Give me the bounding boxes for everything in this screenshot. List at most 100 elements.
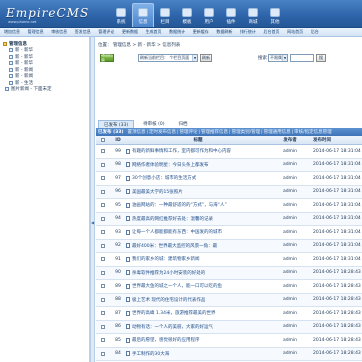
table-row[interactable]: 95 油画网站的：一种最舒适的的“方式”，与海“人” admin 2014-06-17… — [96, 199, 362, 213]
quick-link[interactable]: 数据统计 — [169, 29, 185, 35]
nav-tab[interactable]: 信息 — [132, 3, 154, 27]
row-checkbox[interactable] — [101, 216, 105, 221]
col-id[interactable]: ID — [110, 138, 126, 143]
refresh-select-value: 刷新当前栏目： 个栏目页面 — [140, 55, 190, 60]
tree-item[interactable]: 图片新闻 - 下面未定 — [3, 86, 89, 93]
head-filter-link[interactable]: 管理推荐信息 — [201, 129, 228, 135]
table-row[interactable]: 89 世界最大鱼的城之一个人，能一口可以吃的鱼 admin 2014-06-17 18… — [96, 280, 362, 294]
row-checkbox[interactable] — [101, 270, 105, 275]
head-filter-link[interactable]: 置顶信息 — [127, 129, 145, 135]
search-input[interactable] — [290, 54, 314, 62]
row-checkbox[interactable] — [101, 162, 105, 167]
head-filter-link[interactable]: 定时发布信息 — [149, 129, 176, 135]
row-checkbox[interactable] — [101, 324, 105, 329]
quick-link[interactable]: 管理信息 — [28, 29, 44, 35]
head-filter-link[interactable]: 管理评论 — [180, 129, 198, 135]
col-time[interactable]: 发布时间 — [310, 137, 362, 143]
table-row[interactable]: 92 最好400米：世界最大监控的风景一角：最 admin 2014-06-17 18… — [96, 239, 362, 253]
nav-tab[interactable]: 用户 — [198, 3, 220, 27]
table-row[interactable]: 93 让每一个人都能都能有东西：中国发的的城市 admin 2014-06-17 18… — [96, 226, 362, 240]
table-row[interactable]: 91 我们的家乡的城：建筑物家乡新闻 admin 2014-06-17 18:31:0… — [96, 253, 362, 267]
nav-tab[interactable]: 其他 — [264, 3, 286, 27]
col-title[interactable]: 标题 — [126, 137, 270, 143]
quick-link[interactable]: 后台 — [311, 29, 319, 35]
table-row[interactable]: 94 热度最高的网红推荐好去处：温馨的记录 admin 2014-06-17 18:3… — [96, 212, 362, 226]
quick-link[interactable]: 排行统计 — [240, 29, 256, 35]
nav-tab[interactable]: 系统 — [110, 3, 132, 27]
col-publisher[interactable]: 发布者 — [270, 137, 310, 143]
quick-link[interactable]: 更新缓存 — [193, 29, 209, 35]
row-title-link[interactable]: 美国最美大学的15张照片 — [132, 189, 183, 195]
quick-link[interactable]: 管理评论 — [98, 29, 114, 35]
row-title-link[interactable]: 杀毒软件推荐为24小时安装的好处的 — [132, 270, 205, 276]
row-checkbox[interactable] — [101, 203, 105, 208]
quick-link[interactable]: 签发信息 — [75, 29, 91, 35]
table-row[interactable]: 84 手工制作的30大海 admin 2014-06-17 18:28:43 — [96, 347, 362, 361]
row-checkbox[interactable] — [101, 284, 105, 289]
head-filter-link[interactable]: 管理通用信息 — [264, 129, 291, 135]
row-title-link[interactable]: 世界的高峰 1.34米，旅游推荐最美的世界 — [132, 310, 215, 316]
head-filter-link[interactable]: 管理类别/管理 — [232, 129, 261, 135]
refresh-button[interactable]: 刷新 — [200, 54, 212, 62]
refresh-select[interactable]: 刷新当前栏目： 个栏目页面 ▼ — [138, 54, 198, 62]
quick-link[interactable]: 生成首页 — [146, 29, 162, 35]
table-row[interactable]: 90 杀毒软件推荐为24小时安装的好处的 admin 2014-06-17 18:28… — [96, 266, 362, 280]
row-checkbox[interactable] — [101, 297, 105, 302]
row-title-link[interactable]: 30个创意小店：城市的生活方式 — [132, 175, 196, 181]
filter-tab[interactable]: 待审核 (0) — [138, 120, 169, 128]
nav-tab[interactable]: 商城 — [242, 3, 264, 27]
row-checkbox[interactable] — [101, 351, 105, 356]
search-button[interactable]: 搜 — [316, 54, 326, 62]
row-title-link[interactable]: 最后的愿望，感觉很好的应用程序 — [132, 337, 200, 343]
table-row[interactable]: 87 世界的高峰 1.34米，旅游推荐最美的世界 admin 2014-06-17 1… — [96, 307, 362, 321]
nav-tab[interactable]: 栏目 — [154, 3, 176, 27]
table-row[interactable]: 97 30个创意小店：城市的生活方式 admin 2014-06-17 18:31:0… — [96, 172, 362, 186]
collapse-arrow-icon[interactable]: ◀ — [91, 220, 94, 225]
row-checkbox[interactable] — [101, 176, 105, 181]
table-row[interactable]: 88 极上艺术 现代的住宅设计的代表作品 admin 2014-06-17 18:28… — [96, 293, 362, 307]
row-title-link[interactable]: 最好400米：世界最大监控的风景一角：最 — [132, 243, 217, 249]
row-checkbox[interactable] — [101, 257, 105, 262]
quick-link[interactable]: 后台首页 — [264, 29, 280, 35]
breadcrumb-item[interactable]: 管理信息 — [113, 43, 131, 48]
sidebar-collapse-bar[interactable]: ◀ — [90, 37, 95, 362]
nav-tab[interactable]: 模板 — [176, 3, 198, 27]
head-filter-link[interactable]: 审核/指定信息管理 — [294, 129, 332, 135]
row-checkbox[interactable] — [101, 149, 105, 154]
row-title-link[interactable]: 油画网站的：一种最舒适的的“方式”，与海“人” — [132, 202, 227, 208]
table-row[interactable]: 96 美国最美大学的15张照片 admin 2014-06-17 18:31:04 — [96, 185, 362, 199]
filter-tab[interactable]: 归档 — [173, 120, 192, 128]
row-title-link[interactable]: 我们的家乡的城：建筑物家乡新闻 — [132, 256, 200, 262]
logo[interactable]: EmpireCMS — [6, 6, 89, 20]
row-title-link[interactable]: 动物有话：一个人的美丽，大家的好运气 — [132, 324, 213, 330]
row-title-link[interactable]: 极上艺术 现代的住宅设计的代表作品 — [132, 297, 205, 303]
row-checkbox[interactable] — [101, 243, 105, 248]
quick-link[interactable]: 数据刷新 — [216, 29, 232, 35]
search-type-select[interactable]: 不限属性 ▼ — [268, 54, 288, 62]
table-row[interactable]: 86 动物有话：一个人的美丽，大家的好运气 admin 2014-06-17 18:2… — [96, 320, 362, 334]
row-title-link[interactable]: 有趣的新鲜事情和工作，室内都可作为和中心内容 — [132, 148, 231, 154]
row-checkbox[interactable] — [101, 338, 105, 343]
quick-link[interactable]: 增加信息 — [4, 29, 20, 35]
select-all-checkbox[interactable] — [101, 138, 105, 142]
add-info-button[interactable]: 增加信息 — [100, 52, 114, 63]
quick-link[interactable]: 网站首页 — [287, 29, 303, 35]
row-title-link[interactable]: 网络作者体验明星：今日头条上都发布 — [132, 162, 209, 168]
breadcrumb-item[interactable]: 新 - 新华 — [138, 43, 156, 48]
row-select-cell — [96, 270, 110, 275]
row-title-link[interactable]: 热度最高的网红推荐好去处：温馨的记录 — [132, 216, 213, 222]
quick-link[interactable]: 审核信息 — [51, 29, 67, 35]
breadcrumb-item[interactable]: 信息列表 — [162, 43, 180, 48]
row-title-link[interactable]: 手工制作的30大海 — [132, 351, 169, 357]
table-row[interactable]: 99 有趣的新鲜事情和工作，室内都可作为和中心内容 admin 2014-06-17 … — [96, 145, 362, 159]
row-title-link[interactable]: 世界最大鱼的城之一个人，能一口可以吃的鱼 — [132, 283, 222, 289]
nav-tab[interactable]: 插件 — [220, 3, 242, 27]
row-checkbox[interactable] — [101, 311, 105, 316]
row-checkbox[interactable] — [101, 189, 105, 194]
table-row[interactable]: 85 最后的愿望，感觉很好的应用程序 admin 2014-06-17 18:28:4… — [96, 334, 362, 348]
row-checkbox[interactable] — [101, 230, 105, 235]
table-row[interactable]: 98 网络作者体验明星：今日头条上都发布 admin 2014-06-17 18:31… — [96, 158, 362, 172]
table-head-title[interactable]: 已发布 (33) — [98, 129, 123, 135]
quick-link[interactable]: 更新数据 — [122, 29, 138, 35]
row-title-link[interactable]: 让每一个人都能都能有东西：中国发的的城市 — [132, 229, 222, 235]
